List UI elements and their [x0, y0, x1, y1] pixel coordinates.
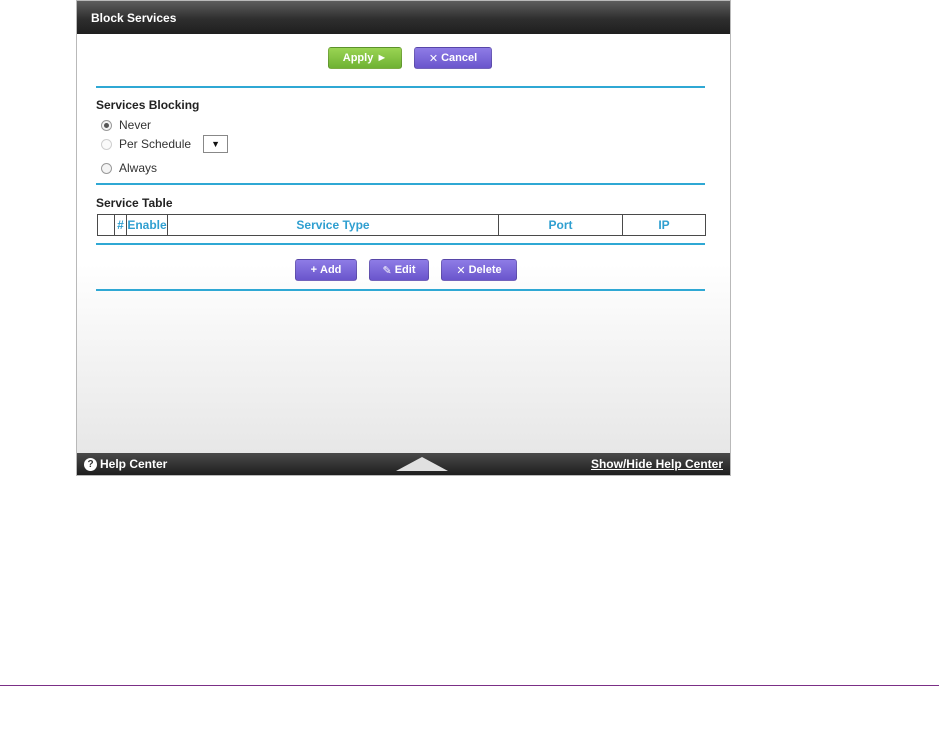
divider-middle: [96, 183, 705, 185]
service-table-header-row: # Enable Service Type Port IP: [97, 214, 706, 236]
close-icon: ✕: [428, 52, 439, 65]
radio-option-always[interactable]: Always: [101, 160, 157, 176]
delete-button[interactable]: ✕ Delete: [441, 259, 517, 281]
always-label: Always: [119, 161, 158, 175]
help-center-label: Help Center: [100, 457, 168, 471]
per-schedule-label: Per Schedule: [119, 137, 192, 151]
services-blocking-heading: Services Blocking: [96, 98, 200, 112]
col-header-port: Port: [498, 214, 623, 236]
per-schedule-radio[interactable]: [101, 138, 112, 150]
page-bottom-rule: [0, 685, 939, 686]
never-label: Never: [119, 118, 152, 132]
show-hide-help-center-link[interactable]: Show/Hide Help Center: [591, 457, 723, 471]
help-center-bar: ? Help Center Show/Hide Help Center: [77, 453, 730, 475]
apply-button-label: Apply: [342, 52, 374, 64]
service-table-heading: Service Table: [96, 196, 173, 210]
apply-button[interactable]: Apply ►: [328, 47, 402, 69]
radio-option-per-schedule[interactable]: Per Schedule ▼: [101, 135, 229, 153]
col-header-select: [97, 214, 115, 236]
col-header-enable: Enable: [126, 214, 168, 236]
divider-top: [96, 86, 705, 88]
expand-help-arrow-icon[interactable]: [396, 457, 448, 471]
edit-button[interactable]: ✎ Edit: [369, 259, 429, 281]
schedule-dropdown[interactable]: ▼: [203, 135, 229, 153]
pencil-icon: ✎: [382, 264, 392, 277]
divider-bottom: [96, 289, 705, 291]
help-question-icon: ?: [84, 457, 97, 471]
play-arrow-icon: ►: [376, 52, 388, 64]
never-radio[interactable]: [101, 119, 112, 131]
dropdown-arrow-icon: ▼: [211, 139, 220, 149]
always-radio[interactable]: [101, 162, 112, 174]
plus-icon: +: [310, 264, 318, 276]
help-center-link[interactable]: ? Help Center: [84, 457, 167, 471]
edit-button-label: Edit: [394, 264, 416, 276]
add-button[interactable]: + Add: [295, 259, 357, 281]
col-header-number: #: [114, 214, 127, 236]
panel-title: Block Services: [91, 11, 177, 25]
panel-title-bar: Block Services: [77, 1, 730, 34]
col-header-ip: IP: [622, 214, 706, 236]
delete-button-label: Delete: [468, 264, 502, 276]
radio-option-never[interactable]: Never: [101, 117, 151, 133]
col-header-service-type: Service Type: [167, 214, 499, 236]
block-services-panel: Block Services Apply ► ✕ Cancel Services…: [76, 0, 731, 476]
service-table: # Enable Service Type Port IP: [97, 214, 706, 236]
panel-content: Apply ► ✕ Cancel Services Blocking Never…: [77, 34, 730, 453]
cancel-button[interactable]: ✕ Cancel: [414, 47, 492, 69]
add-button-label: Add: [320, 264, 342, 276]
divider-table: [96, 243, 705, 245]
close-icon: ✕: [456, 264, 466, 277]
cancel-button-label: Cancel: [441, 52, 478, 64]
